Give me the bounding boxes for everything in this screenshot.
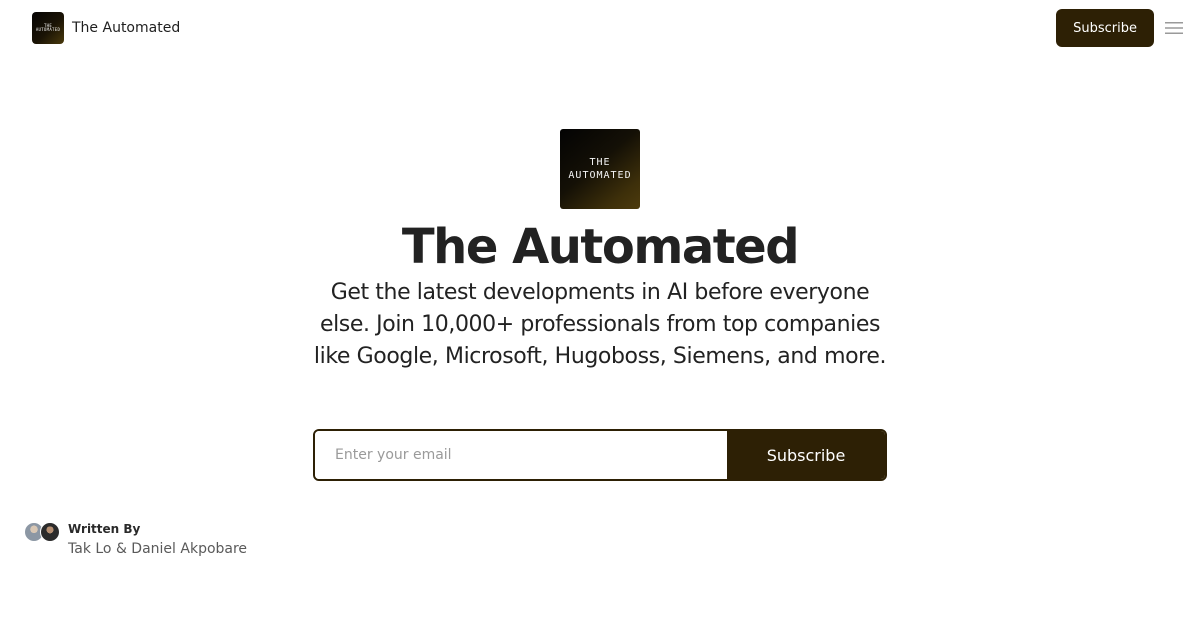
email-input[interactable] [315, 431, 727, 479]
header-subscribe-button[interactable]: Subscribe [1056, 9, 1154, 47]
publication-title: The Automated [401, 219, 800, 275]
avatar [40, 522, 60, 542]
subscribe-form: Subscribe [313, 429, 887, 481]
subscribe-button[interactable]: Subscribe [727, 431, 885, 479]
brand-name[interactable]: The Automated [72, 20, 180, 36]
brand[interactable]: THE AUTOMATED The Automated [32, 12, 180, 44]
publication-logo: THE AUTOMATED [560, 129, 640, 209]
top-nav: THE AUTOMATED The Automated Subscribe [0, 0, 1200, 56]
brand-logo-line-2: AUTOMATED [35, 27, 61, 32]
publication-description: Get the latest developments in AI before… [313, 280, 887, 369]
hamburger-icon[interactable] [1164, 18, 1184, 38]
authors: Written By Tak Lo & Daniel Akpobare [24, 520, 247, 560]
publication-logo-line-2: AUTOMATED [568, 170, 632, 181]
header-actions: Subscribe [1056, 9, 1184, 47]
written-by-label: Written By [68, 522, 141, 536]
page: THE AUTOMATED The Automated Subscribe TH… [0, 0, 1200, 630]
author-avatars [24, 522, 60, 546]
publication-logo-line-1: THE [589, 157, 611, 168]
brand-logo[interactable]: THE AUTOMATED [32, 12, 64, 44]
author-info: Written By Tak Lo & Daniel Akpobare [68, 520, 247, 560]
author-names: Tak Lo & Daniel Akpobare [68, 541, 248, 557]
